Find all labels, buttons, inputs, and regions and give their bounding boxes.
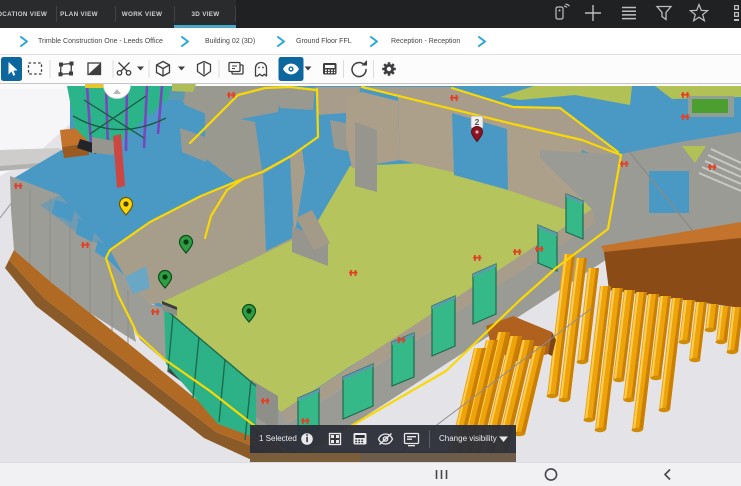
- svg-text:2: 2: [475, 117, 480, 127]
